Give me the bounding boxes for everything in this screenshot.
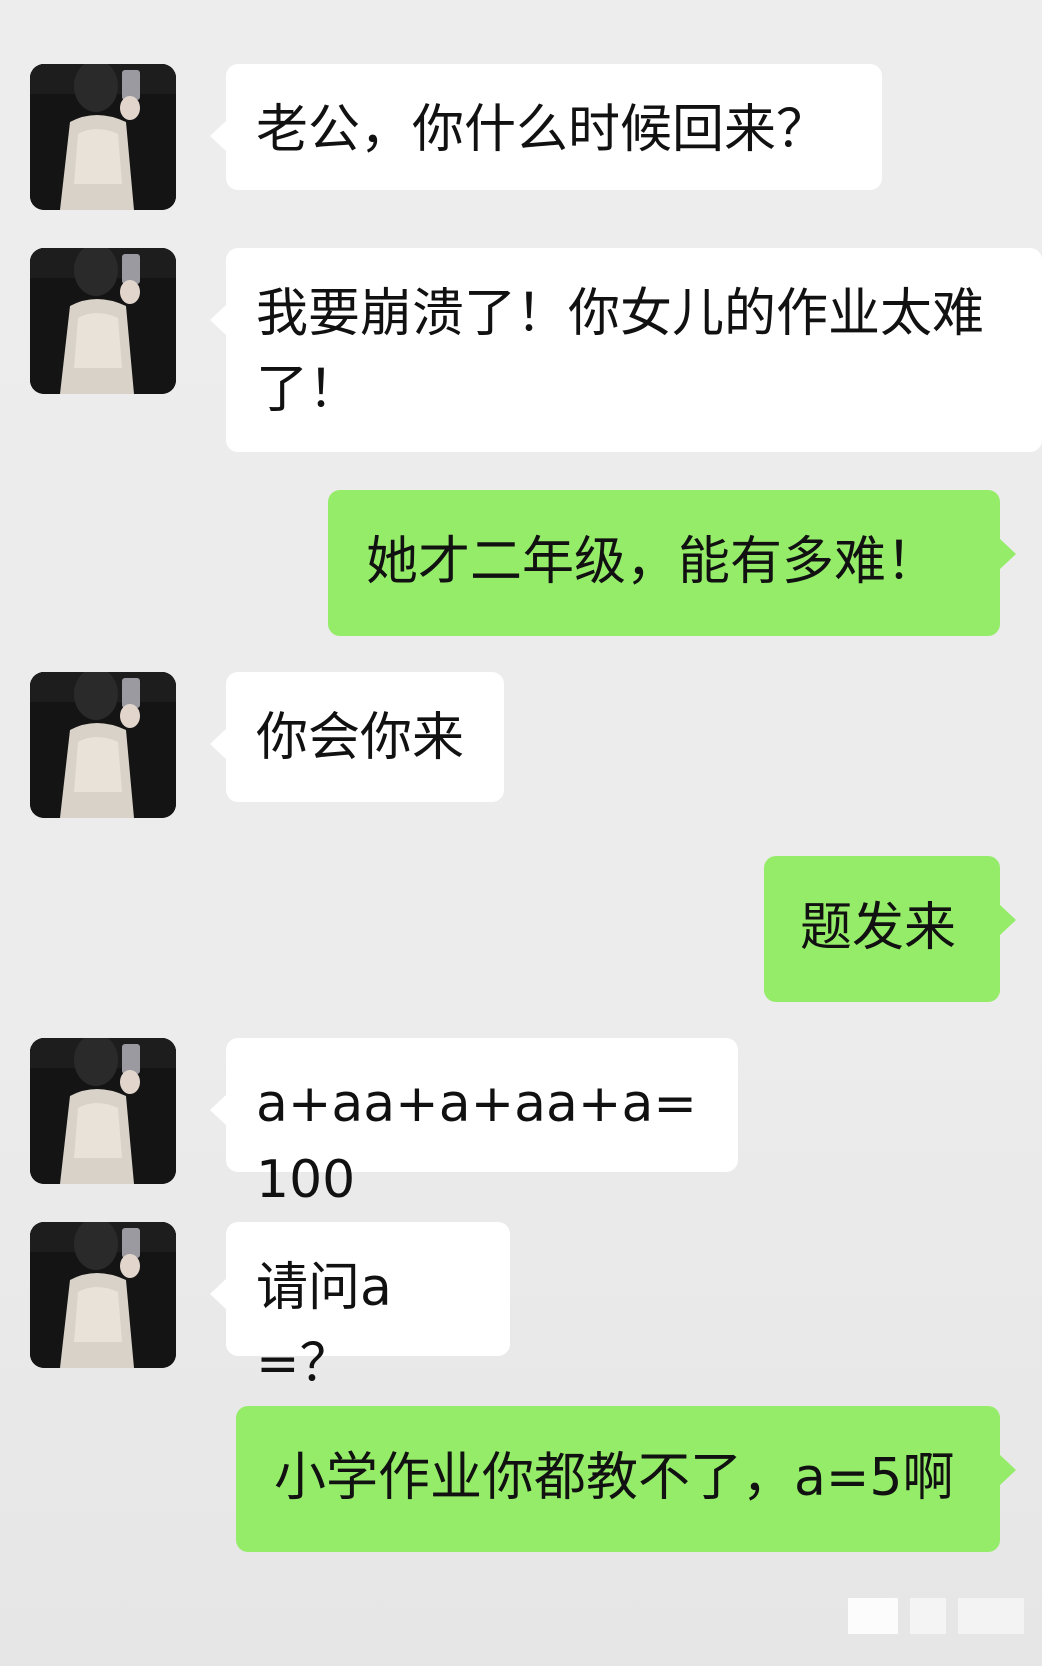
message-bubble[interactable]: 她才二年级，能有多难！: [328, 490, 1016, 636]
watermark: [848, 1598, 1024, 1634]
watermark-block: [848, 1598, 898, 1634]
watermark-block: [958, 1598, 1024, 1634]
avatar-photo-icon: [30, 1038, 176, 1184]
message-bubble[interactable]: a+aa+a+aa+a=100: [210, 1038, 738, 1210]
avatar-photo-icon: [30, 672, 176, 818]
contact-avatar[interactable]: [30, 248, 176, 394]
message-bubble[interactable]: 请问a=？: [210, 1222, 510, 1394]
contact-avatar[interactable]: [30, 1038, 176, 1184]
message-bubble[interactable]: 你会你来: [210, 672, 504, 802]
contact-avatar[interactable]: [30, 1222, 176, 1368]
message-bubble[interactable]: 我要崩溃了！你女儿的作业太难了！: [210, 248, 1042, 452]
avatar-photo-icon: [30, 248, 176, 394]
message-bubble[interactable]: 题发来: [764, 856, 1016, 1002]
avatar-photo-icon: [30, 1222, 176, 1368]
contact-avatar[interactable]: [30, 64, 176, 210]
contact-avatar[interactable]: [30, 672, 176, 818]
message-bubble[interactable]: 老公，你什么时候回来？: [210, 64, 882, 190]
message-bubble[interactable]: 小学作业你都教不了，a=5啊: [236, 1406, 1016, 1552]
watermark-block: [910, 1598, 946, 1634]
avatar-photo-icon: [30, 64, 176, 210]
chat-area[interactable]: 老公，你什么时候回来？ 我要崩溃了！你女儿的作业太难了！ 她才二年级，能有多难！: [0, 0, 1042, 1666]
